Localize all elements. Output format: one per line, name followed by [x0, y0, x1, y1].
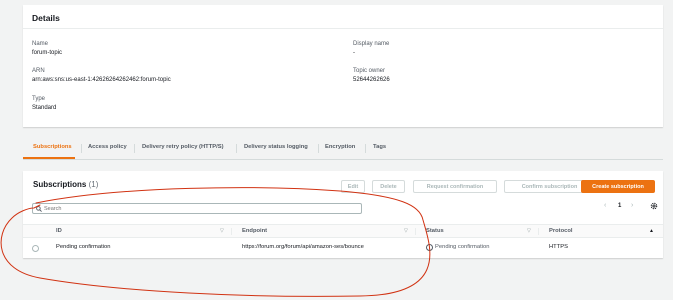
tab-divider [236, 144, 237, 153]
cell-id[interactable]: Pending confirmation [56, 244, 110, 250]
edit-button[interactable]: Edit [341, 180, 365, 193]
name-value: forum-topic [32, 50, 63, 56]
subscriptions-count: (1) [88, 180, 99, 189]
sort-ascending-icon[interactable]: ▲ [649, 228, 654, 234]
sort-icon[interactable]: ▽ [220, 228, 224, 234]
name-field: Name forum-topic [32, 41, 62, 56]
current-page[interactable]: 1 [618, 203, 621, 209]
type-value: Standard [32, 105, 57, 111]
next-page-button[interactable]: › [631, 202, 633, 209]
details-panel: Details Name forum-topic ARN arn:aws:sns… [23, 5, 663, 127]
table-header: ID ▽ Endpoint ▽ Status ▽ Protocol ▲ [23, 224, 663, 238]
tab-subscriptions[interactable]: Subscriptions [33, 144, 72, 150]
tab-divider [134, 144, 135, 153]
display-name-value: - [353, 50, 355, 56]
search-input[interactable] [44, 205, 344, 212]
request-confirmation-button[interactable]: Request confirmation [413, 180, 497, 193]
details-title: Details [23, 5, 663, 29]
column-divider [538, 228, 539, 235]
table-row[interactable]: Pending confirmation https://forum.org/f… [23, 242, 663, 254]
subscriptions-title: Subscriptions [33, 180, 87, 189]
display-name-label: Display name [353, 41, 390, 47]
type-field: Type Standard [32, 96, 56, 111]
column-header-protocol[interactable]: Protocol [549, 228, 573, 234]
arn-label: ARN [32, 68, 45, 74]
tab-delivery-status-logging[interactable]: Delivery status logging [244, 144, 308, 150]
subscriptions-heading: Subscriptions (1) [33, 180, 98, 189]
create-subscription-button[interactable]: Create subscription [581, 180, 655, 193]
type-label: Type [32, 96, 46, 102]
display-name-field: Display name - [353, 41, 389, 56]
tab-encryption[interactable]: Encryption [325, 144, 355, 150]
search-icon [36, 205, 42, 212]
tab-tags[interactable]: Tags [373, 144, 386, 150]
tab-divider [365, 144, 366, 153]
tab-divider [318, 144, 319, 153]
topic-owner-field: Topic owner 52644262626 [353, 68, 390, 83]
tab-delivery-retry-policy[interactable]: Delivery retry policy (HTTP/S) [142, 144, 224, 150]
name-label: Name [32, 41, 49, 47]
arn-value: arn:aws:sns:us-east-1:42626264262462:for… [32, 77, 171, 83]
gear-icon[interactable] [650, 202, 658, 210]
column-divider [415, 228, 416, 235]
sort-icon[interactable]: ▽ [404, 228, 408, 234]
pending-status-icon: i [426, 244, 433, 251]
status-text: Pending confirmation [435, 244, 490, 250]
subscriptions-panel: Subscriptions (1) Edit Delete Request co… [23, 171, 663, 258]
delete-button[interactable]: Delete [372, 180, 405, 193]
column-divider [231, 228, 232, 235]
row-select-radio[interactable] [32, 245, 39, 252]
cell-protocol: HTTPS [549, 244, 569, 250]
search-box[interactable] [32, 203, 362, 214]
arn-field: ARN arn:aws:sns:us-east-1:42626264262462… [32, 68, 171, 83]
sort-icon[interactable]: ▽ [527, 228, 531, 234]
column-header-endpoint[interactable]: Endpoint [242, 228, 267, 234]
active-tab-indicator [23, 157, 75, 159]
tab-bar: Subscriptions Access policy Delivery ret… [23, 139, 663, 160]
cell-endpoint: https://forum.org/forum/api/amazon-ses/b… [242, 244, 364, 250]
topic-owner-label: Topic owner [353, 68, 386, 74]
cell-status: i Pending confirmation [426, 244, 489, 251]
tab-divider [81, 144, 82, 153]
prev-page-button[interactable]: ‹ [604, 202, 606, 209]
column-header-status[interactable]: Status [426, 228, 444, 234]
topic-owner-value: 52644262626 [353, 77, 390, 83]
tab-access-policy[interactable]: Access policy [88, 144, 127, 150]
column-header-id[interactable]: ID [56, 228, 62, 234]
